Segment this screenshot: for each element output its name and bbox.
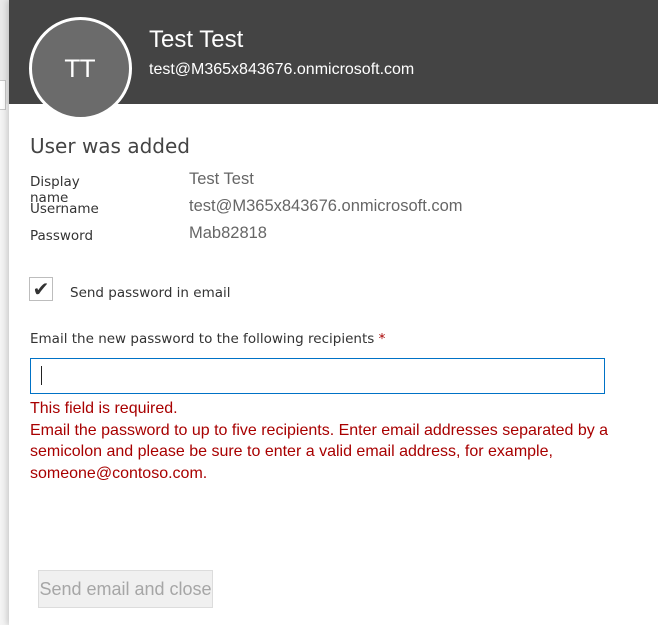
- user-display-name: Test Test: [149, 26, 244, 53]
- recipients-error: This field is required. Email the passwo…: [30, 398, 640, 484]
- recipients-input[interactable]: [30, 358, 605, 394]
- error-required: This field is required.: [30, 400, 178, 417]
- page: Test Test test@M365x843676.onmicrosoft.c…: [0, 0, 658, 625]
- avatar: TT: [29, 17, 132, 120]
- send-email-and-close-button[interactable]: Send email and close: [38, 570, 213, 608]
- background-window-tab: [0, 80, 6, 110]
- checkmark-icon: ✔: [32, 277, 50, 301]
- username-label: Username: [30, 201, 99, 217]
- text-cursor: [41, 366, 42, 385]
- error-help: Email the password to up to five recipie…: [30, 421, 609, 482]
- recipients-label-text: Email the new password to the following …: [30, 331, 375, 347]
- user-added-panel: Test Test test@M365x843676.onmicrosoft.c…: [9, 0, 658, 625]
- password-value: Mab82818: [189, 224, 267, 242]
- user-email: test@M365x843676.onmicrosoft.com: [149, 61, 415, 78]
- recipients-label: Email the new password to the following …: [30, 331, 385, 347]
- required-marker: *: [378, 331, 386, 347]
- panel-title: User was added: [30, 134, 190, 158]
- send-password-label[interactable]: Send password in email: [70, 285, 231, 301]
- send-password-checkbox[interactable]: ✔: [29, 277, 53, 301]
- username-value: test@M365x843676.onmicrosoft.com: [189, 197, 463, 215]
- password-label: Password: [30, 228, 94, 244]
- background-window-edge: [0, 0, 9, 625]
- display-name-value: Test Test: [189, 170, 254, 188]
